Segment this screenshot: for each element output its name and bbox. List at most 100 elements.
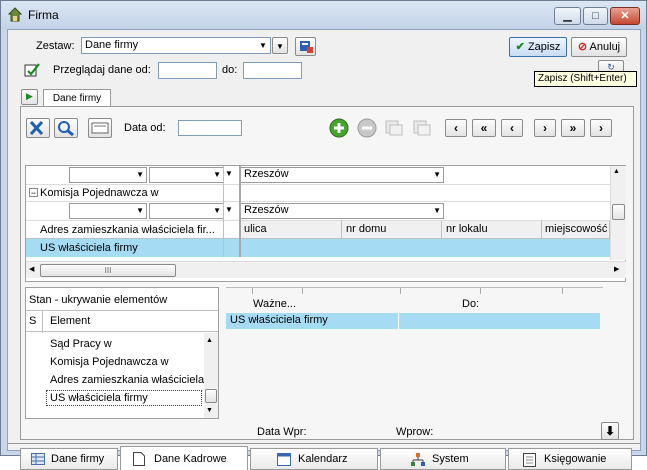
double-chevron-left-icon: « — [480, 121, 488, 135]
zestaw-edit-button[interactable] — [295, 37, 316, 56]
data-od-input[interactable] — [178, 120, 242, 136]
app-window: Firma ▁ □ ✕ Zestaw: Dane firmy ▼ ▼ ✔ Zap… — [0, 0, 647, 470]
element-list-header: S Element — [26, 310, 218, 333]
stan-label: Stan - ukrywanie elementów — [29, 294, 168, 306]
chevron-down-icon: ▼ — [225, 205, 233, 214]
zestaw-select[interactable]: Dane firmy ▼ — [81, 37, 271, 54]
grid-vscrollbar[interactable]: ▲ — [610, 166, 626, 260]
nav-prev-far-button[interactable]: ‹ — [445, 119, 467, 137]
grid-city-select[interactable]: Rzeszów ▼ — [240, 167, 444, 183]
nav-last-button[interactable]: » — [561, 119, 585, 137]
hscroll-thumb[interactable]: III — [40, 264, 176, 277]
nav-prev-button[interactable]: ‹ — [501, 119, 523, 137]
list-item-selected[interactable]: US właściciela firmy — [46, 390, 202, 406]
zestaw-label: Zestaw: — [36, 40, 75, 52]
list-item[interactable]: Sąd Pracy w — [50, 338, 112, 350]
do-label: Do: — [462, 298, 480, 310]
tab-dane-firmy-bottom[interactable]: Dane firmy — [20, 448, 118, 470]
title-bar[interactable]: Firma ▁ □ ✕ — [1, 1, 646, 29]
tab-label: Dane firmy — [51, 453, 105, 465]
list-item[interactable]: Komisja Pojednawcza w — [50, 356, 169, 368]
zestaw-dropdown-button[interactable]: ▼ — [272, 37, 288, 54]
calendar-icon — [277, 453, 291, 466]
adres-label: Adres zamieszkania właściciela fir... — [40, 224, 215, 236]
cancel-icon: ⊘ — [577, 41, 588, 53]
date-to-input[interactable] — [243, 62, 302, 79]
minimize-icon: ▁ — [563, 10, 572, 22]
grid-select-a[interactable]: ▼ — [69, 167, 147, 183]
maximize-button[interactable]: □ — [583, 7, 608, 25]
grid-divider — [223, 166, 224, 257]
minimize-button[interactable]: ▁ — [554, 7, 581, 25]
arrow-down-icon: ⬇ — [604, 424, 616, 438]
grid-icon — [31, 453, 45, 465]
download-button[interactable]: ⬇ — [601, 422, 619, 440]
calculator-button[interactable] — [88, 118, 112, 138]
tab-kalendarz-bottom[interactable]: Kalendarz — [250, 448, 378, 470]
save-button[interactable]: ✔ Zapisz — [509, 37, 567, 57]
remove-button[interactable] — [357, 118, 377, 138]
details-row-selected[interactable]: US właściciela firmy — [226, 313, 600, 329]
close-button[interactable]: ✕ — [610, 7, 640, 25]
expand-button[interactable]: ▶ — [21, 89, 38, 105]
scroll-right-icon[interactable]: ▶ — [614, 265, 619, 273]
col-nr-domu-label: nr domu — [346, 223, 387, 235]
col-miejscowosc-label: miejscowość — [545, 223, 608, 235]
scroll-left-icon[interactable]: ◀ — [29, 265, 34, 273]
add-button[interactable] — [329, 118, 349, 138]
edit-list-icon — [300, 41, 313, 53]
search-button[interactable] — [54, 118, 78, 138]
chevron-right-icon: › — [599, 121, 603, 135]
grid-select-c[interactable]: ▼ — [69, 203, 147, 219]
list-vscroll-thumb[interactable] — [205, 389, 217, 403]
element-list-panel: Stan - ukrywanie elementów S Element Sąd… — [25, 287, 219, 419]
bottom-tab-line — [8, 443, 640, 444]
main-panel: Data od: ‹ « ‹ › » › ▼ ▼ ▼ Rzeszów ▼ − K… — [20, 106, 634, 440]
chevron-down-icon: ▼ — [433, 206, 441, 215]
paste-button[interactable] — [411, 118, 433, 138]
col-header-nr-domu[interactable]: nr domu — [342, 221, 442, 239]
date-from-input[interactable] — [158, 62, 217, 79]
scroll-down-icon[interactable]: ▼ — [206, 407, 213, 414]
calculator-icon — [91, 122, 109, 134]
us-label: US właściciela firmy — [40, 242, 138, 254]
scroll-up-icon[interactable]: ▲ — [613, 168, 620, 175]
window-client: Zestaw: Dane firmy ▼ ▼ ✔ Zapisz ⊘ Anuluj… — [7, 29, 641, 470]
chevron-down-icon: ▼ — [433, 170, 441, 179]
col-header-nr-lokalu[interactable]: nr lokalu — [442, 221, 542, 239]
col-header-ulica[interactable]: ulica — [240, 221, 342, 239]
col-s-label: S — [29, 315, 37, 327]
grid-select-b[interactable]: ▼ — [149, 167, 224, 183]
hscroll-grip: III — [104, 266, 112, 275]
scroll-up-icon[interactable]: ▲ — [206, 337, 213, 344]
save-tooltip: Zapisz (Shift+Enter) — [534, 71, 637, 87]
tab-label: Dane Kadrowe — [154, 453, 227, 465]
list-vscrollbar[interactable]: ▲ ▼ — [204, 333, 218, 418]
vscroll-thumb[interactable] — [612, 204, 625, 220]
nav-next-button[interactable]: › — [534, 119, 556, 137]
nav-first-button[interactable]: « — [472, 119, 496, 137]
grid-hscrollbar[interactable]: ◀ III ▶ — [26, 261, 626, 278]
col-divider — [42, 311, 43, 333]
cancel-button[interactable]: ⊘ Anuluj — [571, 37, 627, 57]
tab-dane-firmy[interactable]: Dane firmy — [43, 89, 111, 107]
przegladaj-toggle-icon[interactable] — [24, 62, 40, 78]
tools-button[interactable] — [26, 118, 50, 138]
document-icon — [133, 452, 145, 466]
wprow-label: Wprow: — [396, 426, 434, 438]
col-header-miejscowosc[interactable]: miejscowość — [542, 221, 610, 239]
paste-icon — [413, 120, 431, 136]
collapse-icon[interactable]: − — [29, 188, 38, 198]
tab-ksiegowanie-bottom[interactable]: Księgowanie — [508, 448, 632, 470]
grid-city-select-2[interactable]: Rzeszów ▼ — [240, 203, 444, 219]
chevron-down-icon[interactable]: ▼ — [256, 38, 270, 53]
tab-dane-kadrowe-bottom[interactable]: Dane Kadrowe — [120, 446, 248, 470]
grid-select-d[interactable]: ▼ — [149, 203, 224, 219]
list-item[interactable]: Adres zamieszkania właściciela — [50, 374, 204, 386]
search-icon — [58, 121, 74, 137]
tab-system-bottom[interactable]: System — [380, 448, 506, 470]
nav-next-far-button[interactable]: › — [590, 119, 612, 137]
grid-row-selected[interactable]: US właściciela firmy — [26, 239, 610, 257]
checkmark-icon: ✔ — [515, 41, 525, 53]
copy-button[interactable] — [383, 118, 405, 138]
